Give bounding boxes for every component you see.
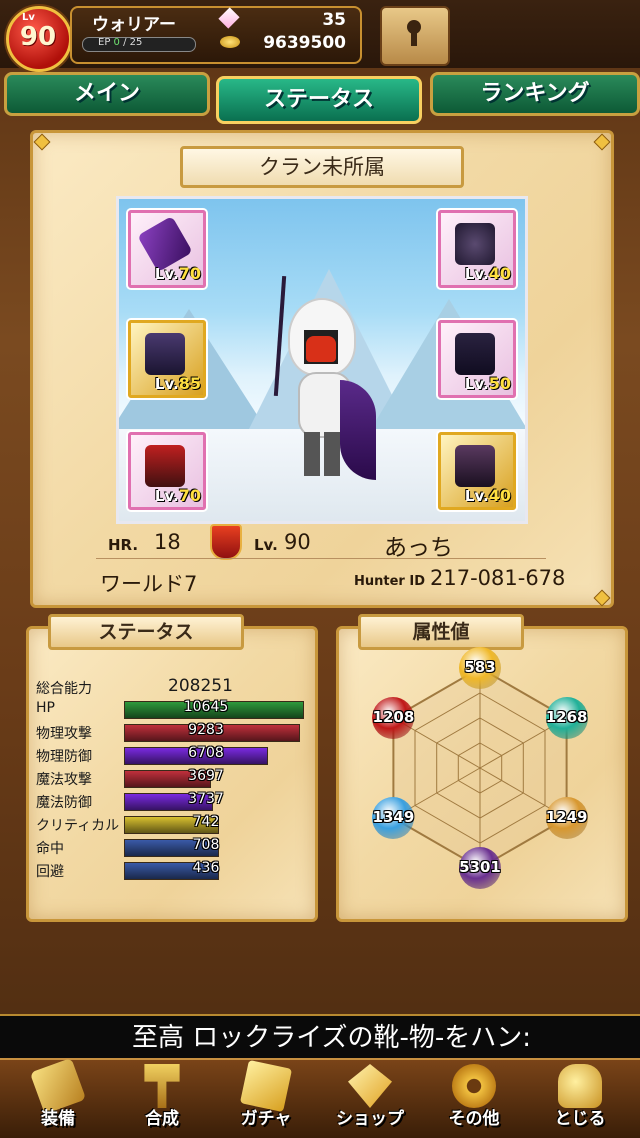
ep-text: EP 0 / 25 xyxy=(98,37,142,48)
stat-value: 3737 xyxy=(188,791,224,807)
equip-slot-helmet[interactable]: Lv.40 xyxy=(438,210,516,288)
water-attribute-value: 1268 xyxy=(545,708,588,726)
light-attribute-value: 583 xyxy=(464,658,496,676)
world-name: ワールド7 xyxy=(100,572,198,596)
equip-slot-legs[interactable]: Lv.70 xyxy=(128,432,206,510)
hunter-id: 217-081-678 xyxy=(430,566,566,590)
equip-slot-boots[interactable]: Lv.40 xyxy=(438,432,516,510)
tab-ranking[interactable]: ランキング xyxy=(430,72,640,116)
stat-value: 9283 xyxy=(188,722,224,738)
stat-label: 物理防御 xyxy=(36,749,92,765)
stat-label: HP xyxy=(36,700,55,716)
equip-level: Lv.40 xyxy=(464,486,511,505)
total-power-value: 208251 xyxy=(168,676,233,696)
ticker-text: 至高 ロックライズの靴-物-をハン: xyxy=(132,1023,532,1053)
equip-slot-chest[interactable]: Lv.85 xyxy=(128,320,206,398)
nav-label: その他 xyxy=(448,1109,500,1129)
stat-label: 命中 xyxy=(36,841,64,857)
nav-label: ショップ xyxy=(336,1109,404,1129)
stat-value: 708 xyxy=(192,837,220,853)
hunter-id-label: Hunter ID xyxy=(354,574,425,589)
nav-shop-button[interactable]: ショップ xyxy=(320,1064,420,1132)
nav-synthesis-button[interactable]: 合成 xyxy=(112,1064,212,1132)
chest-armor-icon xyxy=(145,333,185,375)
equip-level: Lv.85 xyxy=(154,374,201,393)
nav-label: とじる xyxy=(554,1109,606,1129)
equip-level: Lv.70 xyxy=(154,264,201,283)
ep-current: 0 xyxy=(113,37,120,48)
equip-level: Lv.70 xyxy=(154,486,201,505)
gem-count: 35 xyxy=(322,10,346,30)
nav-close-button[interactable]: とじる xyxy=(530,1064,630,1132)
fire-attribute-value: 1208 xyxy=(372,708,415,726)
equip-level: Lv.40 xyxy=(464,264,511,283)
gear-icon xyxy=(452,1064,496,1108)
ep-label: EP xyxy=(98,37,111,48)
equip-level: Lv.50 xyxy=(464,374,511,393)
nav-gacha-button[interactable]: ガチャ xyxy=(216,1059,316,1132)
stat-value: 742 xyxy=(192,814,220,830)
stat-value: 436 xyxy=(192,860,220,876)
coin-count: 9639500 xyxy=(263,33,346,53)
player-level: 90 xyxy=(19,22,57,52)
divider xyxy=(96,558,546,559)
character-leg xyxy=(304,432,320,476)
stat-label: クリティカル xyxy=(36,818,120,834)
tab-status[interactable]: ステータス xyxy=(216,76,422,124)
character-leg xyxy=(324,432,340,476)
nav-label: 合成 xyxy=(145,1109,179,1129)
nav-label: ガチャ xyxy=(240,1109,292,1129)
nav-other-button[interactable]: その他 xyxy=(424,1064,524,1132)
leg-armor-icon xyxy=(145,445,185,487)
status-title: ステータス xyxy=(48,614,244,650)
player-lv: 90 xyxy=(284,530,311,554)
clan-banner: クラン未所属 xyxy=(180,146,464,188)
crystal-icon xyxy=(348,1064,392,1108)
equip-slot-weapon[interactable]: Lv.70 xyxy=(128,210,206,288)
equip-slot-arms[interactable]: Lv.50 xyxy=(438,320,516,398)
guild-book-icon[interactable] xyxy=(380,6,450,66)
horned-helmet-icon xyxy=(455,223,495,265)
stat-label: 魔法防御 xyxy=(36,795,92,811)
rank-shield-icon xyxy=(210,524,242,560)
hunter-rank: 18 xyxy=(154,530,181,554)
lv-label: Lv. xyxy=(254,536,278,554)
stat-value: 3697 xyxy=(188,768,224,784)
nav-label: 装備 xyxy=(41,1109,75,1129)
stat-value: 10645 xyxy=(183,699,229,715)
hammer-icon xyxy=(144,1064,180,1108)
stat-label: 魔法攻撃 xyxy=(36,772,92,788)
boots-icon xyxy=(455,445,495,487)
gauntlet-icon xyxy=(455,333,495,375)
ice-attribute-value: 1349 xyxy=(372,808,415,826)
character-hair xyxy=(306,336,336,362)
earth-attribute-value: 1249 xyxy=(545,808,588,826)
job-name: ウォリアー xyxy=(92,15,176,35)
close-gold-icon xyxy=(558,1064,602,1108)
total-power-label: 総合能力 xyxy=(36,681,92,697)
stat-label: 回避 xyxy=(36,864,64,880)
tab-main[interactable]: メイン xyxy=(4,72,210,116)
coin-icon xyxy=(220,36,240,48)
stat-label: 物理攻撃 xyxy=(36,726,92,742)
stat-value: 6708 xyxy=(188,745,224,761)
ep-max: / 25 xyxy=(123,37,143,48)
hr-label: HR. xyxy=(108,536,139,554)
player-name: あっち xyxy=(384,535,453,561)
nav-equip-button[interactable]: 装備 xyxy=(8,1057,108,1132)
dark-attribute-value: 5301 xyxy=(459,858,501,876)
